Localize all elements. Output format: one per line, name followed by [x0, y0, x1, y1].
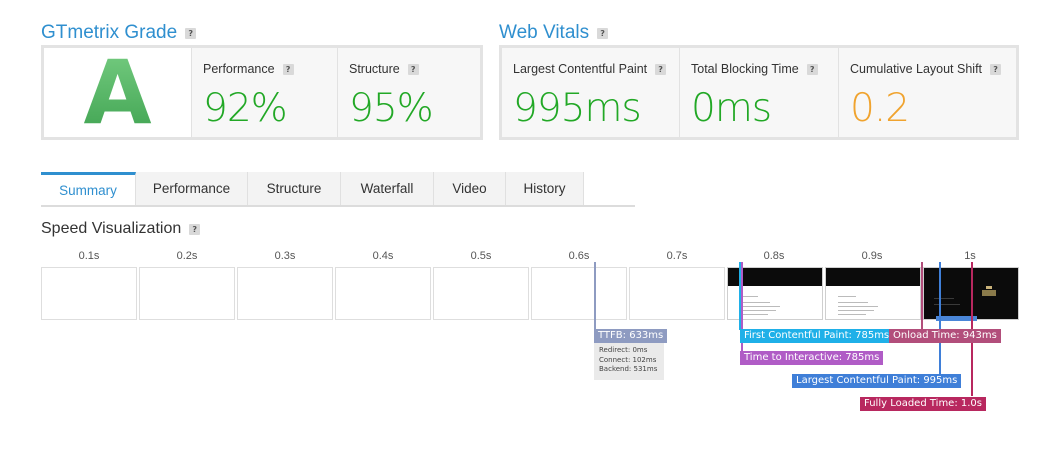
tick-label: 0.8s	[763, 250, 785, 262]
onload-marker: Onload Time: 943ms	[889, 329, 1001, 343]
tti-marker: Time to Interactive: 785ms	[740, 351, 884, 365]
performance-cell: Performance ? 92%	[192, 48, 338, 137]
lcp-cell: Largest Contentful Paint ? 995ms	[502, 48, 680, 137]
screenshot-text-line	[740, 314, 768, 315]
screenshot-text-line	[838, 310, 874, 311]
lcp-label: Largest Contentful Paint ?	[513, 62, 667, 76]
structure-label-text: Structure	[349, 62, 400, 76]
ttfb-detail: Redirect: 0ms Connect: 102ms Backend: 53…	[594, 343, 664, 380]
tick-label: 1s	[964, 250, 976, 262]
screenshot-text-line	[934, 298, 954, 299]
screenshot-text-line	[838, 314, 866, 315]
help-icon[interactable]: ?	[185, 27, 197, 39]
tick-label: 0.2s	[176, 250, 198, 262]
help-icon[interactable]: ?	[990, 63, 1002, 75]
tick-label: 0.7s	[666, 250, 688, 262]
filmstrip-frame[interactable]	[433, 267, 529, 320]
screenshot-text-line	[934, 304, 960, 305]
tick-label: 0.5s	[470, 250, 492, 262]
ttfb-line	[594, 262, 596, 330]
report-tabs: Summary Performance Structure Waterfall …	[41, 172, 635, 207]
performance-label-text: Performance	[203, 62, 275, 76]
fcp-marker: First Contentful Paint: 785ms	[740, 329, 894, 343]
cls-value: 0.2	[850, 86, 910, 131]
ttfb-connect: Connect: 102ms	[599, 355, 657, 364]
tab-summary[interactable]: Summary	[41, 172, 136, 205]
help-icon[interactable]: ?	[407, 63, 419, 75]
grade-letter: A	[83, 41, 152, 144]
grade-cell: A	[44, 41, 192, 144]
web-vitals-title: Web Vitals ?	[499, 22, 609, 44]
gtmetrix-grade-box: A Performance ? 92% Structure ? 95%	[41, 41, 483, 144]
filmstrip-frame[interactable]	[629, 267, 725, 320]
cls-cell: Cumulative Layout Shift ? 0.2	[839, 48, 1016, 137]
performance-value: 92%	[203, 86, 288, 131]
filmstrip-frame[interactable]	[531, 267, 627, 320]
filmstrip-frame-screenshot[interactable]	[825, 267, 921, 320]
structure-label: Structure ?	[349, 62, 419, 76]
lcp-label-text: Largest Contentful Paint	[513, 62, 648, 76]
fully-loaded-marker: Fully Loaded Time: 1.0s	[860, 397, 986, 411]
screenshot-header	[826, 268, 920, 286]
onload-line	[921, 262, 923, 330]
tick-label: 0.6s	[568, 250, 590, 262]
tick-label: 0.3s	[274, 250, 296, 262]
tab-history[interactable]: History	[506, 172, 584, 205]
cls-label-text: Cumulative Layout Shift	[850, 62, 983, 76]
screenshot-text-line	[838, 296, 856, 297]
tick-label: 0.9s	[861, 250, 883, 262]
cls-label: Cumulative Layout Shift ?	[850, 62, 1002, 76]
performance-label: Performance ?	[203, 62, 294, 76]
screenshot-highlight	[986, 286, 992, 289]
screenshot-text-line	[838, 302, 868, 303]
structure-cell: Structure ? 95%	[338, 48, 480, 137]
screenshot-highlight	[982, 290, 996, 296]
filmstrip-frame[interactable]	[139, 267, 235, 320]
speed-visualization-title: Speed Visualization ?	[41, 220, 201, 238]
help-icon[interactable]: ?	[597, 27, 609, 39]
tab-performance[interactable]: Performance	[136, 172, 248, 205]
help-icon[interactable]: ?	[806, 63, 818, 75]
filmstrip-frame[interactable]	[335, 267, 431, 320]
tick-label: 0.4s	[372, 250, 394, 262]
ttfb-marker: TTFB: 633ms	[594, 329, 668, 343]
tbt-label-text: Total Blocking Time	[691, 62, 799, 76]
screenshot-text-line	[740, 302, 770, 303]
help-icon[interactable]: ?	[655, 63, 667, 75]
screenshot-text-line	[838, 306, 878, 307]
screenshot-text-line	[740, 306, 780, 307]
lcp-marker: Largest Contentful Paint: 995ms	[792, 374, 962, 388]
web-vitals-title-text: Web Vitals	[499, 22, 590, 43]
tbt-cell: Total Blocking Time ? 0ms	[680, 48, 839, 137]
filmstrip-frame[interactable]	[41, 267, 137, 320]
tab-video[interactable]: Video	[434, 172, 506, 205]
screenshot-text-line	[740, 310, 776, 311]
lcp-line	[939, 262, 941, 374]
help-icon[interactable]: ?	[282, 63, 294, 75]
structure-value: 95%	[349, 86, 434, 131]
ttfb-redirect: Redirect: 0ms	[599, 346, 648, 354]
speed-visualization-title-text: Speed Visualization	[41, 220, 182, 237]
tbt-label: Total Blocking Time ?	[691, 62, 818, 76]
lcp-value: 995ms	[513, 86, 642, 131]
tab-waterfall[interactable]: Waterfall	[341, 172, 434, 205]
help-icon[interactable]: ?	[189, 223, 201, 235]
filmstrip-frame[interactable]	[237, 267, 333, 320]
tab-structure[interactable]: Structure	[248, 172, 341, 205]
ttfb-backend: Backend: 531ms	[599, 365, 658, 373]
web-vitals-box: Largest Contentful Paint ? 995ms Total B…	[499, 45, 1019, 140]
tick-label: 0.1s	[78, 250, 100, 262]
tbt-value: 0ms	[691, 86, 772, 131]
